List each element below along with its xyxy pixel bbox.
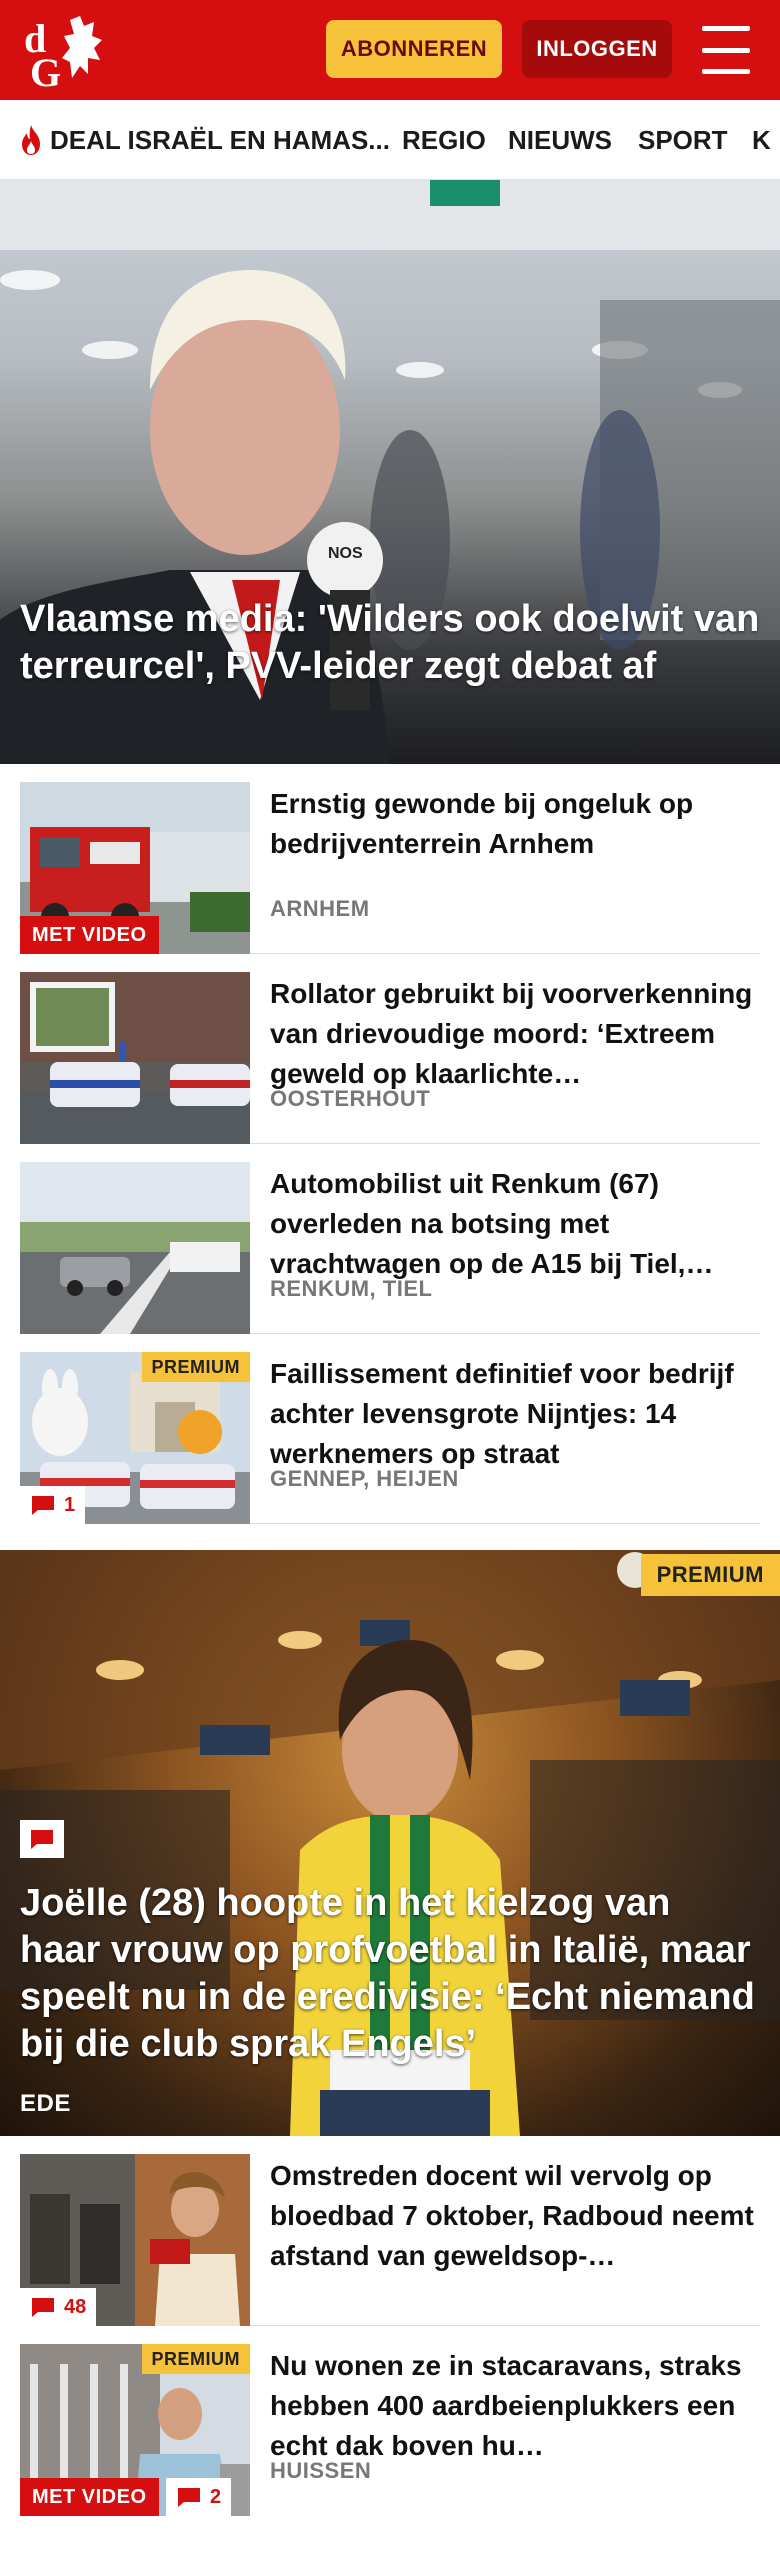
article-row[interactable]: PREMIUM MET VIDEO 2 Nu wonen ze in staca…	[20, 2326, 760, 2516]
article-row[interactable]: MET VIDEO Ernstig gewonde bij ongeluk op…	[20, 764, 760, 954]
subscribe-button[interactable]: ABONNEREN	[326, 20, 502, 78]
feature-article[interactable]: PREMIUM Joëlle (28) hoopte in het kielzo…	[0, 1550, 780, 2136]
article-row[interactable]: PREMIUM 1 Faillissement definitief voor …	[20, 1334, 760, 1524]
article-title: Rollator gebruikt bij voorverkenning van…	[270, 978, 753, 1089]
article-title: Ernstig gewonde bij ongeluk op bedrijven…	[270, 788, 694, 859]
comment-count-badge[interactable]: 1	[20, 1486, 86, 1524]
site-header: d G ABONNEREN INLOGGEN	[0, 0, 780, 100]
flame-icon	[22, 125, 40, 155]
premium-badge: PREMIUM	[141, 2344, 250, 2374]
video-badge: MET VIDEO	[20, 2478, 159, 2516]
article-thumbnail: MET VIDEO	[20, 782, 250, 954]
article-location: HUISSEN	[270, 2458, 372, 2483]
comment-count-badge[interactable]: 48	[20, 2288, 97, 2326]
premium-badge: PREMIUM	[141, 1352, 250, 1382]
comment-icon	[32, 2298, 54, 2317]
nav-item-nieuws[interactable]: NIEUWS	[508, 100, 612, 179]
article-location: OOSTERHOUT	[270, 1086, 431, 1111]
article-thumbnail	[20, 1162, 250, 1334]
article-row[interactable]: Rollator gebruikt bij voorverkenning van…	[20, 954, 760, 1144]
comment-count: 2	[210, 2485, 222, 2508]
article-title: Automobilist uit Renkum (67) overleden n…	[270, 1168, 714, 1279]
article-title: Faillissement definitief voor bedrijf ac…	[270, 1358, 734, 1469]
nav-item-sport[interactable]: SPORT	[638, 100, 728, 179]
article-title: Nu wonen ze in stacaravans, straks hebbe…	[270, 2350, 742, 2461]
nav-item-deal-israel[interactable]: DEAL ISRAËL EN HAMAS...	[18, 100, 390, 179]
article-location: RENKUM, TIEL	[270, 1276, 433, 1301]
login-button[interactable]: INLOGGEN	[522, 20, 672, 78]
hero-title: Vlaamse media: 'Wilders ook doelwit van …	[20, 598, 760, 687]
article-row[interactable]: Automobilist uit Renkum (67) overleden n…	[20, 1144, 760, 1334]
premium-badge: PREMIUM	[640, 1554, 780, 1596]
svg-text:G: G	[30, 50, 61, 88]
site-logo[interactable]: d G	[22, 12, 122, 95]
comment-icon	[32, 1496, 54, 1515]
comment-count: 1	[64, 1493, 76, 1516]
nav-item-regio[interactable]: REGIO	[402, 100, 486, 179]
comment-count-badge[interactable]: 2	[166, 2478, 232, 2516]
feature-location: EDE	[20, 2090, 71, 2117]
video-badge: MET VIDEO	[20, 916, 159, 954]
nav-item-label: DEAL ISRAËL EN HAMAS...	[50, 124, 390, 155]
article-title: Omstreden docent wil vervolg op bloedbad…	[270, 2160, 754, 2271]
article-thumbnail: PREMIUM 1	[20, 1352, 250, 1524]
comment-badge[interactable]	[20, 1820, 64, 1858]
comment-icon	[31, 1830, 53, 1849]
article-location: GENNEP, HEIJEN	[270, 1466, 459, 1491]
comment-icon	[178, 2488, 200, 2507]
feature-title: Joëlle (28) hoopte in het kielzog van ha…	[20, 1882, 755, 2065]
hamburger-menu-icon[interactable]	[696, 22, 756, 78]
section-nav: DEAL ISRAËL EN HAMAS... REGIO NIEUWS SPO…	[0, 100, 780, 180]
hero-article[interactable]: NOS Vlaamse media: 'Wilders ook doelwit …	[0, 180, 780, 764]
article-thumbnail	[20, 972, 250, 1144]
svg-text:NOS: NOS	[328, 545, 363, 562]
nav-item-more[interactable]: K	[752, 100, 771, 179]
article-thumbnail: PREMIUM MET VIDEO 2	[20, 2344, 250, 2516]
article-thumbnail: 48	[20, 2154, 250, 2326]
article-row[interactable]: 48 Omstreden docent wil vervolg op bloed…	[20, 2136, 760, 2326]
article-location: ARNHEM	[270, 896, 370, 921]
comment-count: 48	[64, 2295, 87, 2318]
